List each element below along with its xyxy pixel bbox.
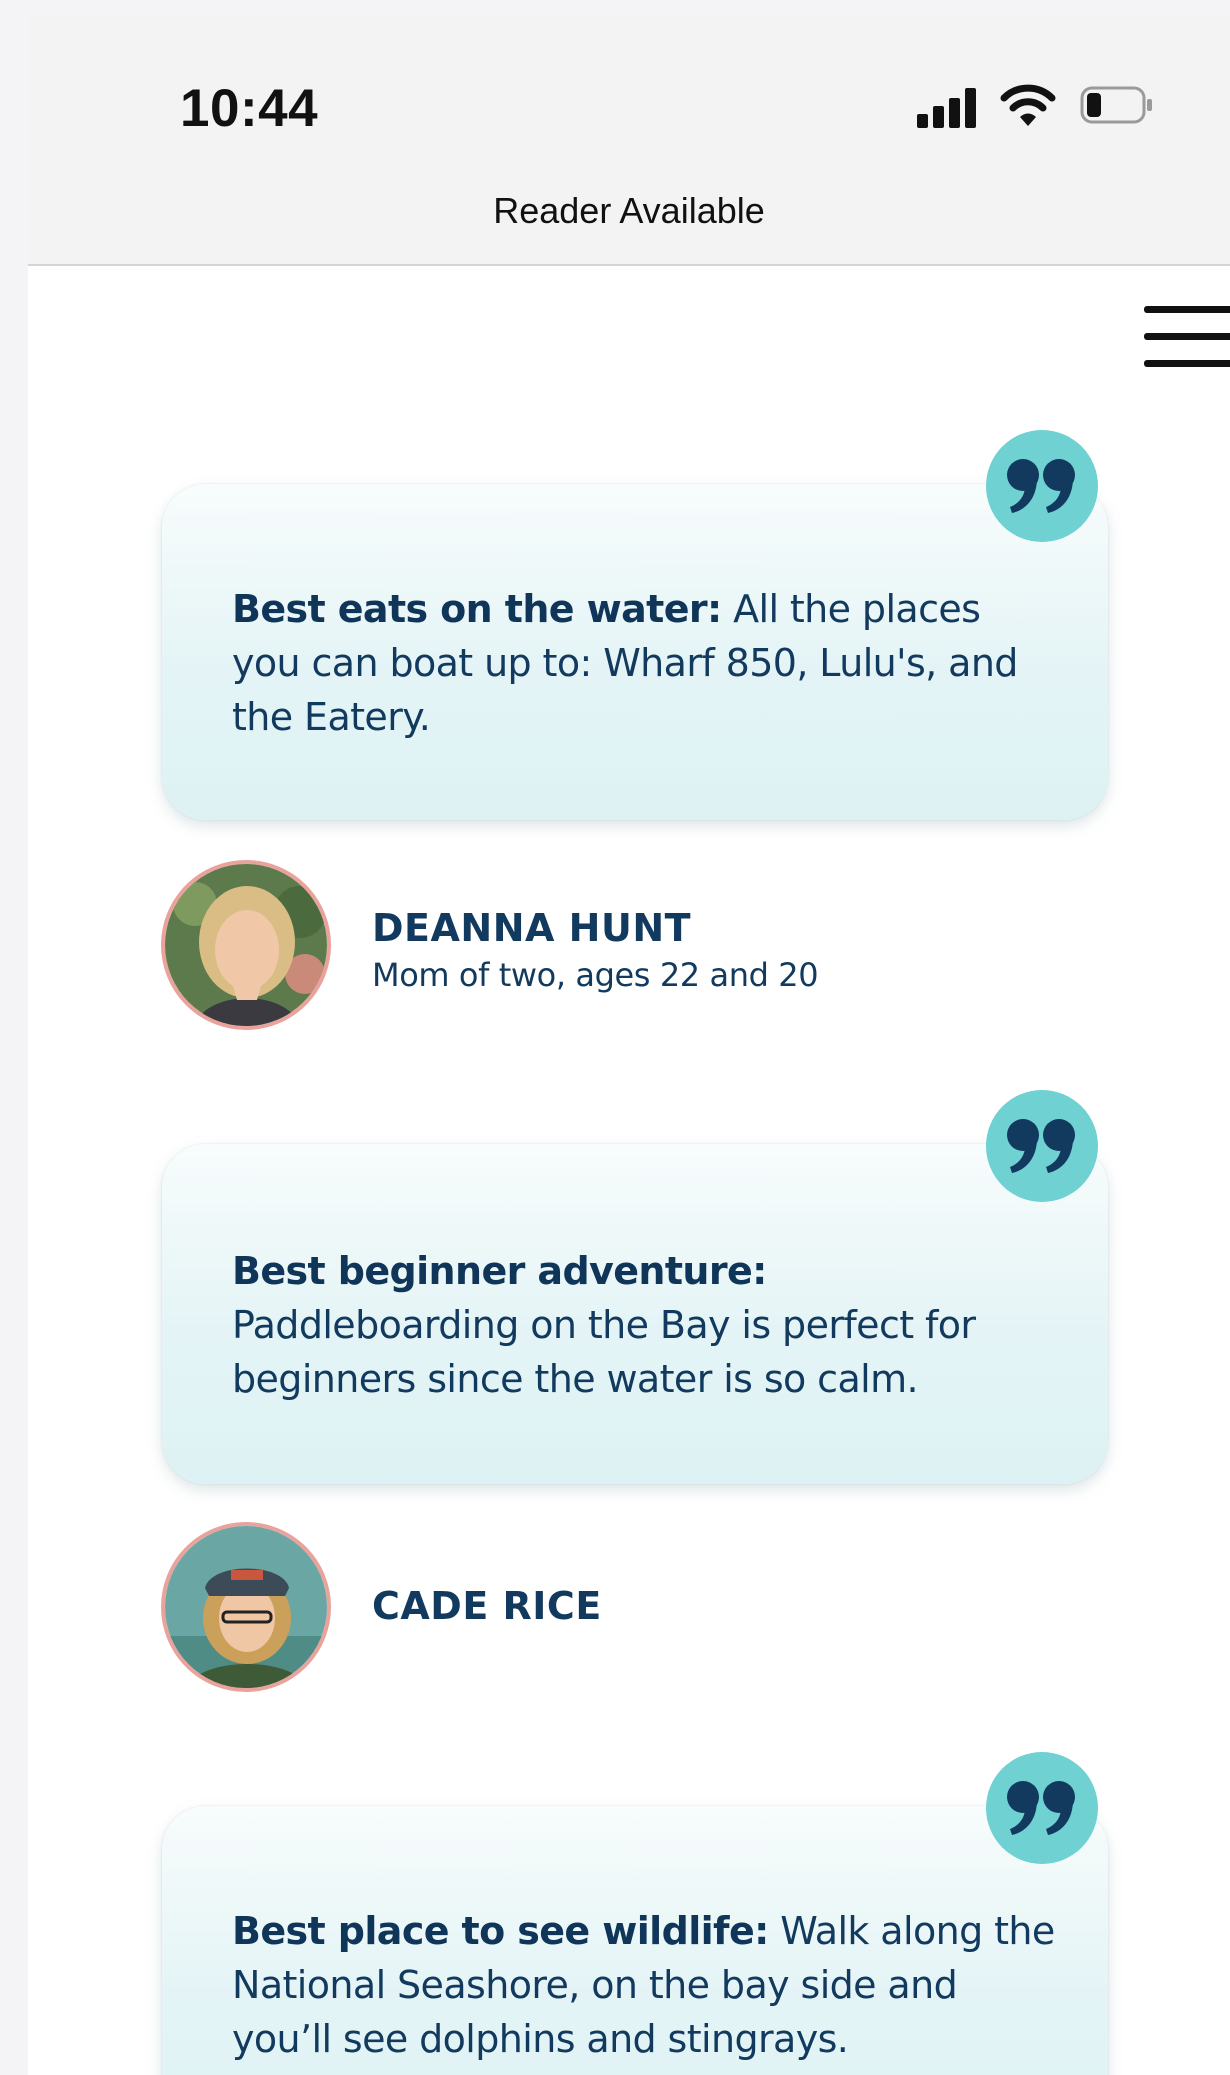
avatar — [161, 1522, 331, 1692]
status-bar: 10:44 Reader Available — [28, 14, 1230, 266]
battery-low-icon — [1080, 86, 1152, 124]
cellular-signal-icon — [917, 88, 979, 128]
person-name: DEANNA HUNT — [372, 906, 692, 950]
quote-text: Best beginner adventure: Paddleboarding … — [232, 1244, 1058, 1406]
quote-heading: Best beginner adventure: — [232, 1249, 767, 1293]
quote-mark-icon — [986, 430, 1098, 542]
hamburger-menu-icon[interactable] — [1144, 306, 1230, 368]
quote-card: Best eats on the water: All the places y… — [162, 484, 1108, 820]
quote-heading: Best eats on the water: — [232, 587, 722, 631]
browser-viewport: 10:44 Reader Available Best eats on the … — [28, 14, 1230, 2075]
avatar — [161, 860, 331, 1030]
status-time: 10:44 — [180, 79, 319, 138]
reader-available-label[interactable]: Reader Available — [28, 190, 1230, 232]
quote-heading: Best place to see wildlife: — [232, 1909, 769, 1953]
quote-text: Best place to see wildlife: Walk along t… — [232, 1904, 1058, 2066]
person-name: CADE RICE — [372, 1584, 602, 1628]
quote-text: Best eats on the water: All the places y… — [232, 582, 1058, 744]
wifi-icon — [1000, 84, 1056, 126]
quote-mark-icon — [986, 1090, 1098, 1202]
quote-card: Best beginner adventure: Paddleboarding … — [162, 1144, 1108, 1484]
quote-body: Paddleboarding on the Bay is perfect for… — [232, 1303, 976, 1401]
person-subtitle: Mom of two, ages 22 and 20 — [372, 956, 819, 994]
quote-card: Best place to see wildlife: Walk along t… — [162, 1806, 1108, 2075]
quote-mark-icon — [986, 1752, 1098, 1864]
